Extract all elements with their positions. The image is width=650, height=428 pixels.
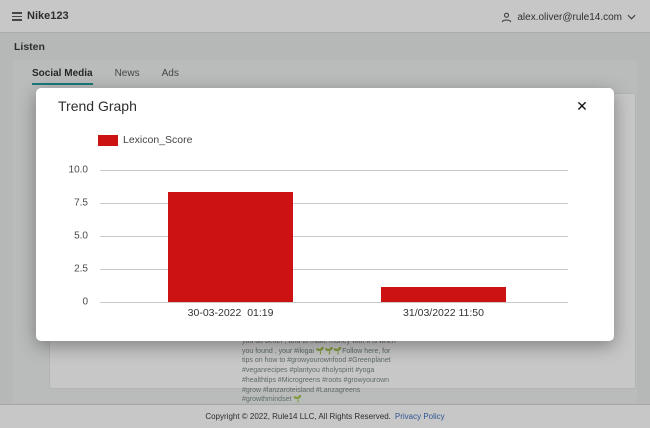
chart-plot <box>100 170 568 302</box>
y-axis-tick-label: 0 <box>82 297 88 308</box>
x-axis-tick-label: 31/03/2022 11:50 <box>403 307 484 319</box>
y-axis-tick-label: 7.5 <box>74 198 88 209</box>
legend-label: Lexicon_Score <box>123 134 192 146</box>
x-axis-tick-label: 30-03-2022 01:19 <box>188 307 274 319</box>
bar-2[interactable] <box>381 287 506 302</box>
app-window: Nike123 alex.oliver@rule14.com Listen So… <box>0 0 650 428</box>
dialog-title: Trend Graph <box>58 98 137 114</box>
y-axis-tick-label: 5.0 <box>74 231 88 242</box>
gridline <box>100 170 568 171</box>
legend-swatch <box>98 135 118 146</box>
chart-legend: Lexicon_Score <box>98 134 192 146</box>
y-axis-tick-label: 10.0 <box>69 165 88 176</box>
trend-graph-dialog: Trend Graph ✕ Lexicon_Score 0 2.5 5.0 7.5 10… <box>36 88 614 341</box>
close-button[interactable]: ✕ <box>572 96 592 116</box>
bar-1[interactable] <box>168 192 293 302</box>
close-icon: ✕ <box>576 99 588 113</box>
chart-xlabel-row: 30-03-2022 01:19 31/03/2022 11:50 <box>100 302 568 322</box>
chart-ylabel-column: 02.55.07.510.0 <box>36 170 94 302</box>
y-axis-tick-label: 2.5 <box>74 264 88 275</box>
